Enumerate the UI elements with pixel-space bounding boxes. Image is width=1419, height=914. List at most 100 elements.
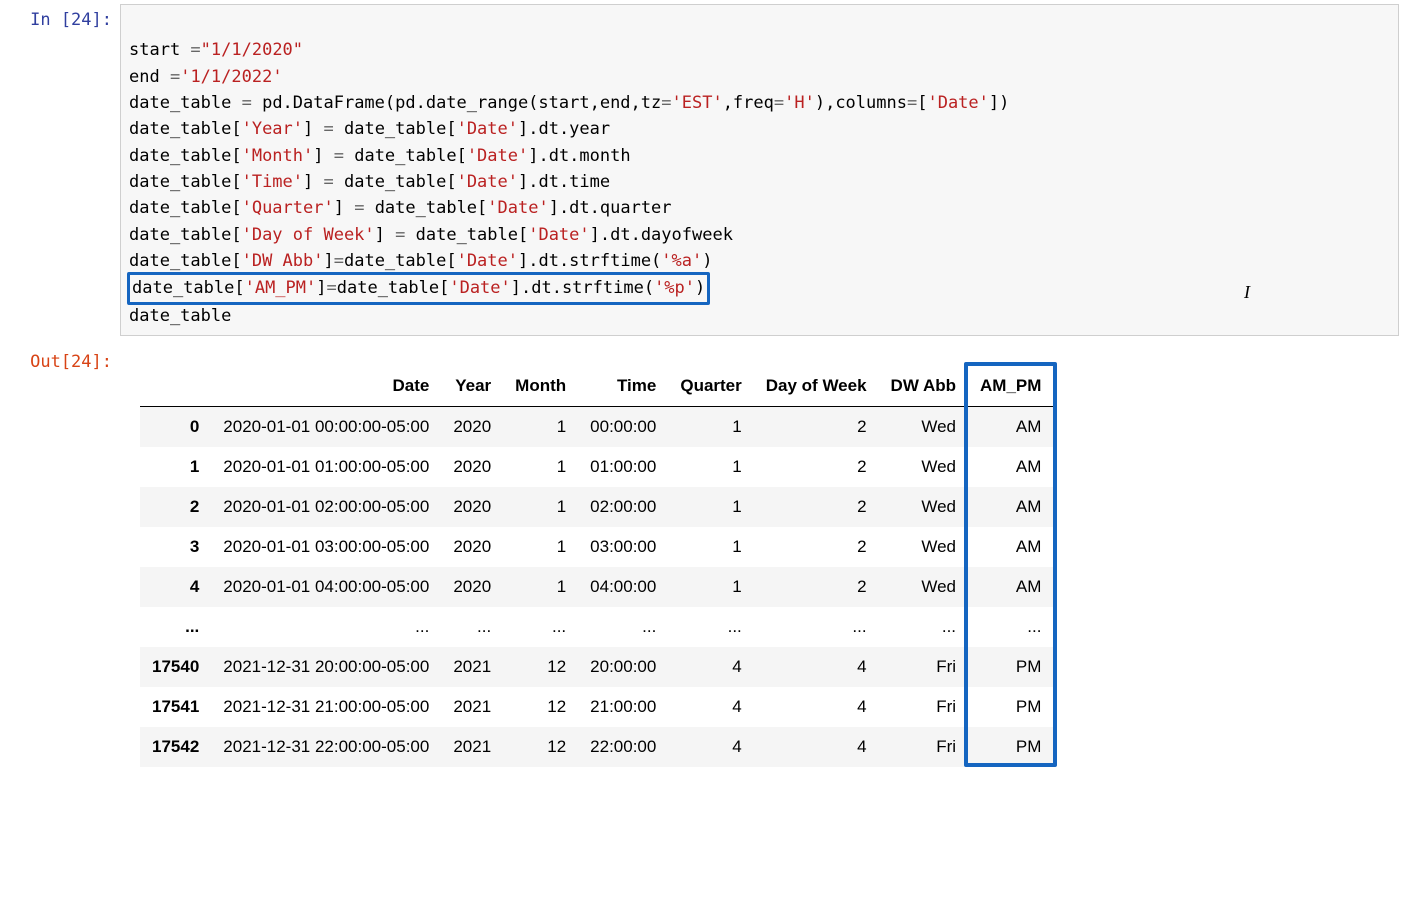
code-line: date_table['Month'] = date_table['Date']… — [129, 146, 631, 166]
cell-time: 04:00:00 — [578, 567, 668, 607]
output-cell: Out[24]: Date Year Month Time Quarter Da… — [0, 346, 1419, 770]
cell-quarter: 1 — [668, 447, 753, 487]
table-row: 175422021-12-31 22:00:00-05:0020211222:0… — [140, 727, 1053, 767]
cell-time: 22:00:00 — [578, 727, 668, 767]
cell-month: 1 — [503, 447, 578, 487]
cell-ampm: AM — [968, 447, 1053, 487]
notebook: In [24]: start ="1/1/2020" end ='1/1/202… — [0, 0, 1419, 770]
code-block[interactable]: start ="1/1/2020" end ='1/1/2022' date_t… — [129, 11, 1390, 329]
code-line: date_table['Year'] = date_table['Date'].… — [129, 119, 610, 139]
cell-ampm: AM — [968, 527, 1053, 567]
cell-dayofweek: 4 — [754, 687, 879, 727]
col-header-ampm: AM_PM — [968, 366, 1053, 407]
cell-year: 2020 — [441, 447, 503, 487]
table-row: 175412021-12-31 21:00:00-05:0020211221:0… — [140, 687, 1053, 727]
cell-dayofweek: 2 — [754, 407, 879, 448]
cell-dwabb: Fri — [879, 647, 968, 687]
cell-dwabb: Wed — [879, 527, 968, 567]
cell-dayofweek: ... — [754, 607, 879, 647]
cell-dwabb: Wed — [879, 447, 968, 487]
cell-time: 03:00:00 — [578, 527, 668, 567]
row-index: 3 — [140, 527, 211, 567]
cell-date: 2020-01-01 04:00:00-05:00 — [211, 567, 441, 607]
cell-date: 2021-12-31 21:00:00-05:00 — [211, 687, 441, 727]
table-row: 12020-01-01 01:00:00-05:002020101:00:001… — [140, 447, 1053, 487]
cell-quarter: 4 — [668, 727, 753, 767]
table-row: 175402021-12-31 20:00:00-05:0020211220:0… — [140, 647, 1053, 687]
cell-time: ... — [578, 607, 668, 647]
highlight-box-code: date_table['AM_PM']=date_table['Date'].d… — [127, 272, 710, 304]
cell-time: 00:00:00 — [578, 407, 668, 448]
col-header-dayofweek: Day of Week — [754, 366, 879, 407]
cell-month: 12 — [503, 687, 578, 727]
cell-dwabb: ... — [879, 607, 968, 647]
cell-month: 12 — [503, 647, 578, 687]
cell-dwabb: Fri — [879, 727, 968, 767]
code-line: date_table — [129, 306, 231, 326]
row-index: 4 — [140, 567, 211, 607]
cell-quarter: 1 — [668, 407, 753, 448]
code-line: start ="1/1/2020" — [129, 40, 303, 60]
row-index: 2 — [140, 487, 211, 527]
table-row: ........................... — [140, 607, 1053, 647]
cell-month: 1 — [503, 567, 578, 607]
cell-quarter: 4 — [668, 647, 753, 687]
row-index: 17540 — [140, 647, 211, 687]
cell-month: ... — [503, 607, 578, 647]
cell-ampm: AM — [968, 407, 1053, 448]
table-header-row: Date Year Month Time Quarter Day of Week… — [140, 366, 1053, 407]
cell-ampm: AM — [968, 567, 1053, 607]
cell-quarter: 1 — [668, 487, 753, 527]
cell-time: 02:00:00 — [578, 487, 668, 527]
table-row: 32020-01-01 03:00:00-05:002020103:00:001… — [140, 527, 1053, 567]
row-index: 17541 — [140, 687, 211, 727]
cell-date: 2020-01-01 01:00:00-05:00 — [211, 447, 441, 487]
input-prompt: In [24]: — [0, 4, 120, 30]
cell-dwabb: Wed — [879, 567, 968, 607]
cell-month: 1 — [503, 527, 578, 567]
cell-ampm: PM — [968, 727, 1053, 767]
cell-year: 2021 — [441, 687, 503, 727]
cell-quarter: ... — [668, 607, 753, 647]
code-line: date_table['Time'] = date_table['Date'].… — [129, 172, 610, 192]
cell-ampm: PM — [968, 687, 1053, 727]
cell-quarter: 1 — [668, 567, 753, 607]
cell-year: ... — [441, 607, 503, 647]
cell-date: 2020-01-01 02:00:00-05:00 — [211, 487, 441, 527]
code-line: date_table = pd.DataFrame(pd.date_range(… — [129, 93, 1009, 113]
code-line: date_table['Quarter'] = date_table['Date… — [129, 198, 672, 218]
cell-ampm: AM — [968, 487, 1053, 527]
row-index: ... — [140, 607, 211, 647]
cell-dayofweek: 2 — [754, 447, 879, 487]
cell-time: 21:00:00 — [578, 687, 668, 727]
table-row: 02020-01-01 00:00:00-05:002020100:00:001… — [140, 407, 1053, 448]
col-header-month: Month — [503, 366, 578, 407]
output-area: Date Year Month Time Quarter Day of Week… — [120, 346, 1419, 770]
row-index: 0 — [140, 407, 211, 448]
cell-date: 2021-12-31 22:00:00-05:00 — [211, 727, 441, 767]
cell-time: 01:00:00 — [578, 447, 668, 487]
cell-dayofweek: 2 — [754, 487, 879, 527]
cell-quarter: 1 — [668, 527, 753, 567]
code-input-area[interactable]: start ="1/1/2020" end ='1/1/2022' date_t… — [120, 4, 1399, 336]
dataframe-table: Date Year Month Time Quarter Day of Week… — [140, 366, 1053, 767]
cell-year: 2021 — [441, 727, 503, 767]
cell-date: 2021-12-31 20:00:00-05:00 — [211, 647, 441, 687]
col-header-date: Date — [211, 366, 441, 407]
table-row: 42020-01-01 04:00:00-05:002020104:00:001… — [140, 567, 1053, 607]
cell-month: 12 — [503, 727, 578, 767]
col-header-dwabb: DW Abb — [879, 366, 968, 407]
cell-date: 2020-01-01 00:00:00-05:00 — [211, 407, 441, 448]
row-index: 17542 — [140, 727, 211, 767]
text-cursor-icon: I — [1244, 279, 1250, 307]
col-header-quarter: Quarter — [668, 366, 753, 407]
code-line: date_table['DW Abb']=date_table['Date'].… — [129, 251, 713, 271]
cell-dayofweek: 4 — [754, 647, 879, 687]
cell-ampm: ... — [968, 607, 1053, 647]
col-header-year: Year — [441, 366, 503, 407]
output-prompt: Out[24]: — [0, 346, 120, 372]
cell-dwabb: Wed — [879, 407, 968, 448]
cell-date: ... — [211, 607, 441, 647]
table-row: 22020-01-01 02:00:00-05:002020102:00:001… — [140, 487, 1053, 527]
input-cell: In [24]: start ="1/1/2020" end ='1/1/202… — [0, 4, 1419, 336]
